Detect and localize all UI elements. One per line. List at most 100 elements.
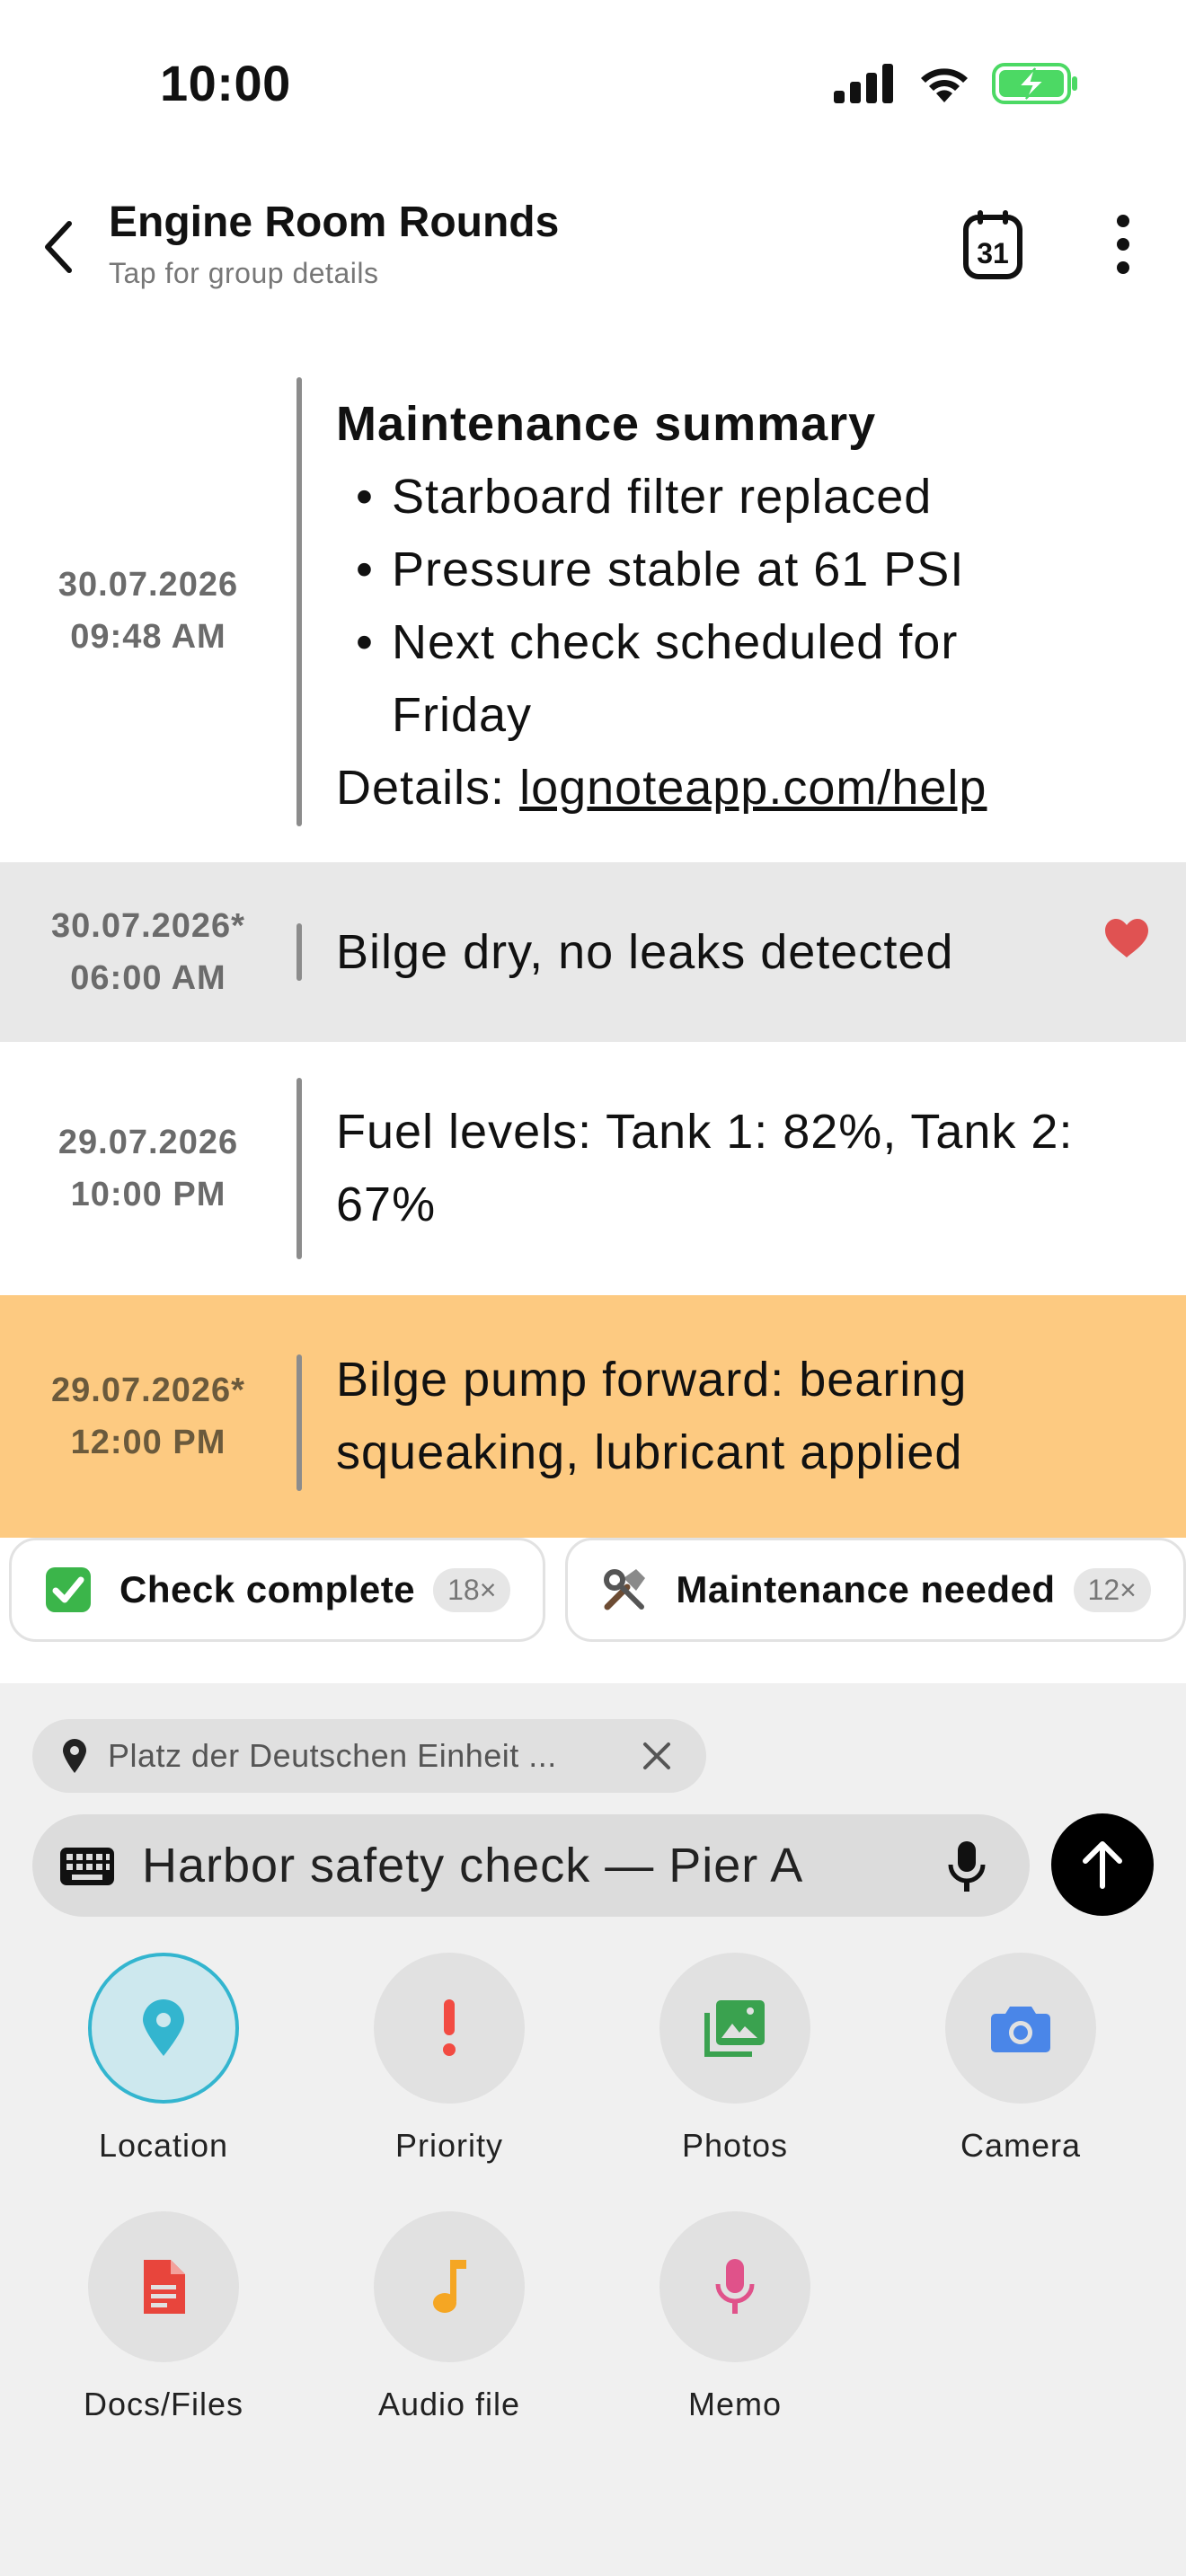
chevron-left-icon [45, 221, 72, 273]
camera-action-button[interactable] [945, 1953, 1096, 2104]
usage-count-badge: 18× [433, 1567, 511, 1612]
entry-content: Maintenance summary • Starboard filter re… [302, 350, 1186, 862]
tools-icon [600, 1566, 649, 1614]
audio-file-action-button[interactable] [374, 2211, 525, 2362]
bullet-item: • Next check scheduled for [336, 606, 1132, 679]
check-mark-icon [44, 1566, 93, 1614]
bullet-text: Friday [392, 688, 533, 742]
attached-location-chip[interactable]: Platz der Deutschen Einheit ... [32, 1719, 706, 1793]
entry-date: 30.07.2026 [58, 566, 239, 604]
more-dot-icon [1117, 238, 1129, 251]
status-time: 10:00 [160, 55, 291, 111]
entry-details: Details: lognoteapp.com/help [336, 752, 1132, 825]
bullet-item-continuation: Friday [336, 679, 1132, 752]
more-options-button[interactable] [1096, 207, 1150, 282]
chat-header[interactable]: Engine Room Rounds Tap for group details… [0, 180, 1186, 314]
back-button[interactable] [27, 207, 90, 287]
entry-content: Fuel levels: Tank 1: 82%, Tank 2: 67% [336, 1105, 1074, 1231]
microphone-icon[interactable] [947, 1839, 987, 1893]
composer-panel: Platz der Deutschen Einheit ... Harbor s… [0, 1683, 1186, 2576]
message-input-field[interactable]: Harbor safety check — Pier A [32, 1814, 1030, 1917]
entry-list[interactable]: 30.07.2026 09:48 AM Maintenance summary … [0, 350, 1186, 1538]
camera-icon [991, 2007, 1050, 2052]
audio-file-action[interactable]: Audio file [341, 2211, 557, 2423]
entry-heading: Maintenance summary [336, 397, 877, 451]
location-action[interactable]: Location [56, 1953, 271, 2165]
arrow-up-icon [1083, 1841, 1122, 1889]
action-label: Docs/Files [83, 2386, 244, 2422]
cellular-signal-icon [834, 64, 893, 103]
photos-icon [704, 2000, 765, 2057]
entry-item[interactable]: 29.07.2026 10:00 PM Fuel levels: Tank 1:… [0, 1042, 1186, 1295]
priority-action[interactable]: Priority [341, 1953, 557, 2165]
bullet-text: Next check scheduled for [392, 615, 959, 669]
entry-time: 06:00 AM [70, 959, 226, 997]
entry-time: 12:00 PM [70, 1424, 226, 1461]
keyboard-icon[interactable] [59, 1847, 115, 1886]
entry-item[interactable]: 30.07.2026 09:48 AM Maintenance summary … [0, 350, 1186, 862]
docs-files-action-button[interactable] [88, 2211, 239, 2362]
usage-count-badge: 12× [1073, 1567, 1151, 1612]
entry-date: 29.07.2026 [58, 1124, 239, 1161]
entry-content: Bilge dry, no leaks detected [336, 924, 954, 979]
location-pin-icon [63, 1739, 86, 1773]
microphone-icon [715, 2259, 755, 2314]
document-icon [144, 2260, 185, 2314]
action-label: Camera [960, 2127, 1082, 2164]
details-label: Details: [336, 761, 520, 815]
entry-time: 09:48 AM [70, 618, 226, 656]
close-icon[interactable] [640, 1739, 674, 1773]
bullet-item: • Starboard filter replaced [336, 461, 1132, 534]
bullet-text: Pressure stable at 61 PSI [392, 543, 965, 596]
bullet-mark: • [356, 615, 374, 669]
entry-item[interactable]: 30.07.2026* 06:00 AM Bilge dry, no leaks… [0, 862, 1186, 1042]
quick-reply-label: Check complete [119, 1568, 416, 1610]
attached-location-text: Platz der Deutschen Einheit ... [108, 1737, 557, 1774]
quick-reply-maintenance-needed[interactable]: Maintenance needed 12× [565, 1538, 1186, 1642]
entry-timestamp: 30.07.2026 09:48 AM [0, 350, 296, 862]
battery-charging-icon [992, 63, 1077, 104]
bullet-text: Starboard filter replaced [392, 470, 933, 524]
heart-icon[interactable] [1103, 918, 1150, 959]
calendar-day-number: 31 [977, 237, 1009, 269]
entry-timestamp: 29.07.2026* 12:00 PM [0, 1295, 296, 1538]
quick-reply-check-complete[interactable]: Check complete 18× [9, 1538, 546, 1642]
details-link[interactable]: lognoteapp.com/help [519, 761, 987, 815]
message-input-value[interactable]: Harbor safety check — Pier A [142, 1834, 803, 1897]
exclamation-icon [443, 1999, 456, 2056]
memo-action[interactable]: Memo [627, 2211, 843, 2423]
action-label: Memo [687, 2386, 783, 2422]
more-dot-icon [1117, 215, 1129, 227]
quick-reply-bar[interactable]: Check complete 18× Maintenance needed 12… [0, 1538, 1186, 1681]
memo-action-button[interactable] [659, 2211, 810, 2362]
page-title[interactable]: Engine Room Rounds [109, 198, 559, 247]
action-label: Priority [394, 2127, 503, 2164]
location-pin-icon [143, 1999, 184, 2056]
bullet-mark [356, 679, 392, 752]
calendar-button[interactable]: 31 [961, 207, 1024, 282]
camera-action[interactable]: Camera [913, 1953, 1128, 2165]
entry-timestamp: 29.07.2026 10:00 PM [0, 1042, 296, 1295]
entry-item[interactable]: 29.07.2026* 12:00 PM Bilge pump forward:… [0, 1295, 1186, 1538]
send-button[interactable] [1051, 1813, 1154, 1916]
more-dot-icon [1117, 261, 1129, 274]
status-icons [834, 63, 1078, 104]
docs-files-action[interactable]: Docs/Files [56, 2211, 271, 2423]
entry-content: Bilge pump forward: bearing squeaking, l… [336, 1353, 968, 1479]
action-label: Photos [681, 2127, 789, 2164]
location-action-button[interactable] [88, 1953, 239, 2104]
photos-action[interactable]: Photos [627, 1953, 843, 2165]
action-label: Location [98, 2127, 229, 2164]
bullet-mark: • [356, 543, 374, 596]
entry-date: 29.07.2026* [51, 1372, 245, 1409]
bullet-mark: • [356, 470, 374, 524]
quick-reply-label: Maintenance needed [676, 1568, 1056, 1610]
priority-action-button[interactable] [374, 1953, 525, 2104]
group-details-hint[interactable]: Tap for group details [109, 257, 378, 290]
music-note-icon [433, 2260, 466, 2313]
bullet-item: • Pressure stable at 61 PSI [336, 534, 1132, 606]
photos-action-button[interactable] [659, 1953, 810, 2104]
entry-time: 10:00 PM [70, 1176, 226, 1213]
wifi-icon [921, 68, 968, 102]
calendar-icon: 31 [963, 210, 1022, 279]
